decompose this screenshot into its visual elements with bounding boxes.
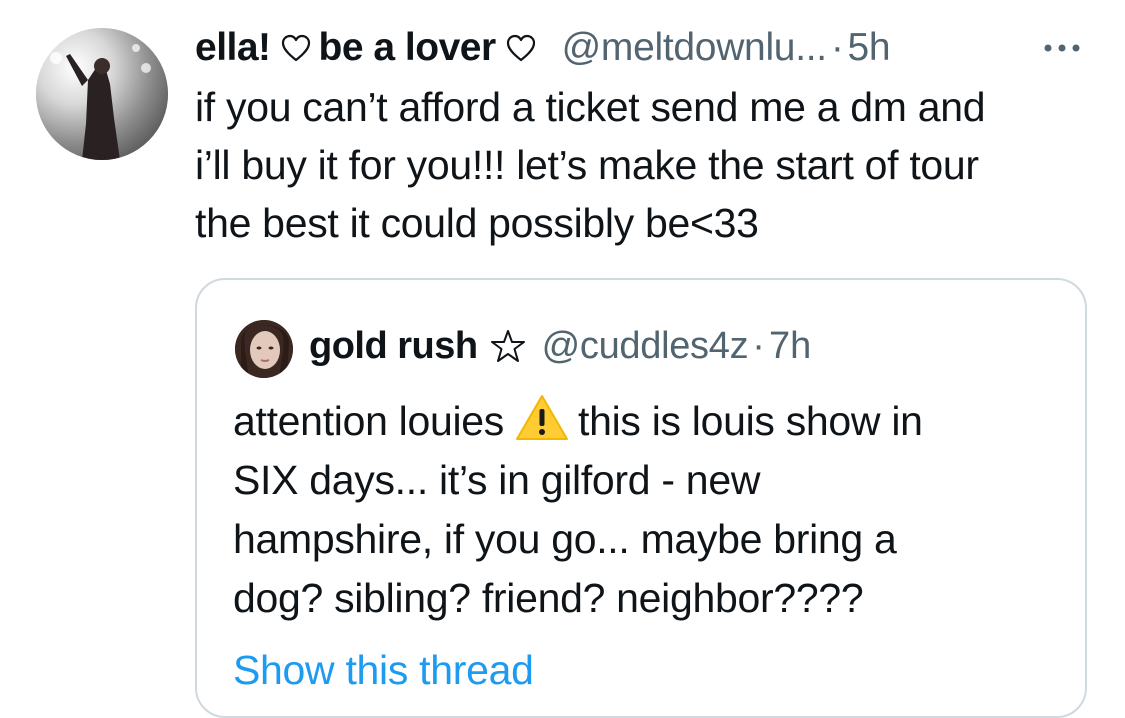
quote-text: attention louies this is louis show in SI… <box>233 392 1063 628</box>
author-avatar[interactable] <box>36 28 168 160</box>
tweet-text-line: the best it could possibly be<33 <box>195 200 759 246</box>
tweet-timestamp[interactable]: 5h <box>848 24 891 72</box>
heart-outline-icon <box>281 34 311 62</box>
quote-text-segment: this is louis show in <box>578 398 923 444</box>
quote-text-line: attention louies this is louis show in <box>233 392 1063 451</box>
quote-avatar-image <box>235 320 293 378</box>
show-thread-link[interactable]: Show this thread <box>233 642 534 698</box>
display-name-part1[interactable]: ella! <box>195 24 271 72</box>
quote-text-line: dog? sibling? friend? neighbor???? <box>233 575 864 621</box>
quote-header: gold rush @cuddles4z · 7h <box>309 322 811 370</box>
quote-timestamp[interactable]: 7h <box>769 322 811 370</box>
warning-icon <box>514 393 570 443</box>
author-handle[interactable]: @meltdownlu... <box>562 24 827 72</box>
star-outline-icon <box>490 329 526 363</box>
quote-author-avatar <box>235 320 293 378</box>
separator-dot: · <box>830 26 844 69</box>
avatar-image <box>36 28 168 160</box>
display-name-part2[interactable]: be a lover <box>319 24 497 72</box>
tweet-text-line: i’ll buy it for you!!! let’s make the st… <box>195 142 979 188</box>
quote-text-line: hampshire, if you go... maybe bring a <box>233 516 897 562</box>
quote-display-name[interactable]: gold rush <box>309 322 478 370</box>
quote-text-segment: attention louies <box>233 398 505 444</box>
quoted-tweet[interactable]: gold rush @cuddles4z · 7h attention loui… <box>195 278 1087 718</box>
tweet[interactable]: ella! be a lover @meltdownlu... · 5h if … <box>0 0 1125 718</box>
more-icon[interactable] <box>1040 36 1084 60</box>
quote-author-handle[interactable]: @cuddles4z <box>542 322 749 370</box>
tweet-header: ella! be a lover @meltdownlu... · 5h <box>195 24 891 72</box>
quote-text-line: SIX days... it’s in gilford - new <box>233 457 761 503</box>
separator-dot: · <box>752 325 765 367</box>
tweet-text-line: if you can’t afford a ticket send me a d… <box>195 84 986 130</box>
tweet-text: if you can’t afford a ticket send me a d… <box>195 78 1095 252</box>
heart-outline-icon <box>506 34 536 62</box>
